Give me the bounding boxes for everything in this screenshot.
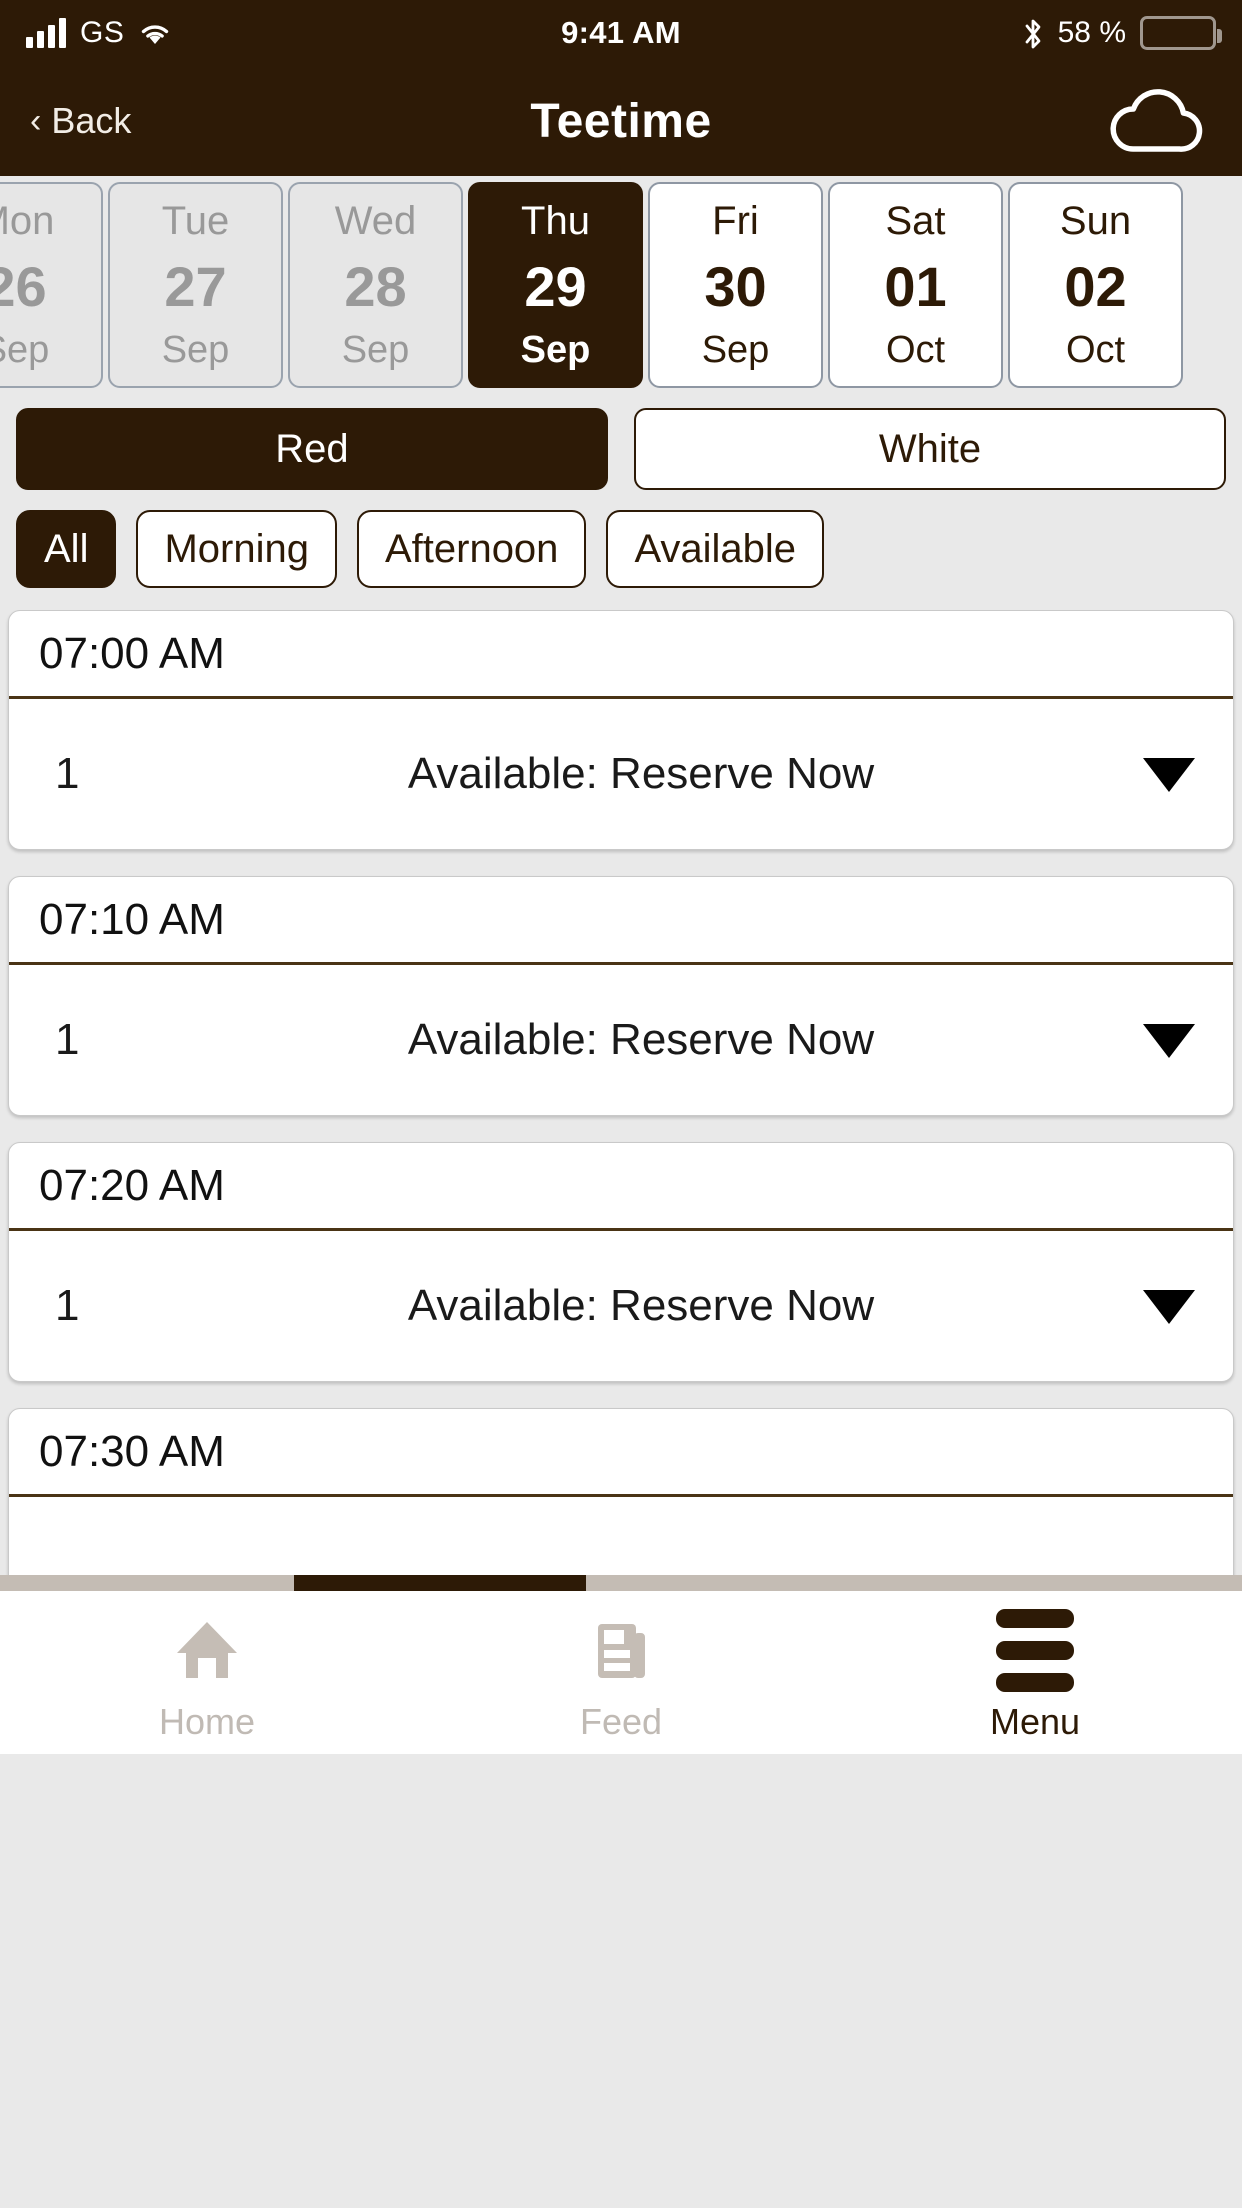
date-card-sun[interactable]: Sun 02 Oct <box>1008 182 1183 388</box>
tab-label: Home <box>158 1701 256 1742</box>
tab-label: Feed <box>579 1701 663 1742</box>
date-card-month: Sep <box>0 328 50 371</box>
teetime-status-label: Available: Reserve Now <box>407 1015 875 1064</box>
teetime-slot-number: 1 <box>55 749 80 798</box>
date-card-day: 29 <box>524 254 587 318</box>
teetime-time-label: 07:30 AM <box>9 1409 1233 1497</box>
tab-menu[interactable]: Menu <box>828 1608 1242 1743</box>
bottom-tab-bar[interactable]: Home Feed Menu <box>0 1591 1242 1754</box>
chevron-down-icon[interactable] <box>1137 754 1197 794</box>
battery-percent-label: 58 % <box>1057 16 1126 49</box>
date-card-wed[interactable]: Wed 28 Sep <box>288 182 463 388</box>
tab-label: Menu <box>989 1701 1081 1742</box>
back-button[interactable]: ‹ Back <box>30 100 131 142</box>
chevron-down-icon[interactable] <box>1137 1020 1197 1060</box>
date-card-month: Sep <box>701 328 770 371</box>
cloud-icon[interactable] <box>1100 79 1212 164</box>
date-card-month: Oct <box>1065 328 1126 371</box>
teetime-list[interactable]: 07:00 AM 1 Available: Reserve Now 07:10 AM 1… <box>0 610 1242 1575</box>
time-filter-bar[interactable]: All Morning Afternoon Available <box>0 504 1242 610</box>
date-card-dow: Wed <box>334 198 417 243</box>
teetime-time-label: 07:20 AM <box>9 1143 1233 1231</box>
page-title: Teetime <box>530 94 712 148</box>
date-card-thu[interactable]: Thu 29 Sep <box>468 182 643 388</box>
course-selector[interactable]: Red White <box>0 396 1242 504</box>
teetime-slot-number: 1 <box>55 1281 80 1330</box>
tab-home[interactable]: Home <box>0 1613 414 1743</box>
date-card-sat[interactable]: Sat 01 Oct <box>828 182 1003 388</box>
horizontal-scrollbar[interactable] <box>0 1575 1242 1591</box>
date-card-day: 27 <box>164 254 227 318</box>
teetime-row[interactable]: 1 Available: Reserve Now <box>9 699 1233 849</box>
chevron-left-icon: ‹ <box>30 102 42 140</box>
battery-icon <box>1140 16 1222 50</box>
teetime-status-label: Available: Reserve Now <box>407 749 875 798</box>
teetime-status-label: Available: Reserve Now <box>407 1281 875 1330</box>
date-card-dow: Thu <box>521 198 590 243</box>
teetime-card[interactable]: 07:20 AM 1 Available: Reserve Now <box>8 1142 1234 1382</box>
date-card-dow: Sat <box>885 198 946 243</box>
date-card-month: Sep <box>341 328 410 371</box>
filter-button-available[interactable]: Available <box>606 510 825 588</box>
teetime-slot-number: 1 <box>55 1015 80 1064</box>
date-card-mon[interactable]: Mon 26 Sep <box>0 182 103 388</box>
teetime-time-label: 07:00 AM <box>9 611 1233 699</box>
date-card-month: Sep <box>520 328 591 371</box>
filter-button-morning[interactable]: Morning <box>136 510 337 588</box>
date-card-fri[interactable]: Fri 30 Sep <box>648 182 823 388</box>
tab-feed[interactable]: Feed <box>414 1613 828 1743</box>
date-card-day: 01 <box>884 254 947 318</box>
teetime-card[interactable]: 07:30 AM <box>8 1408 1234 1575</box>
status-bar: GS 9:41 AM 58 % <box>0 0 1242 66</box>
teetime-card[interactable]: 07:00 AM 1 Available: Reserve Now <box>8 610 1234 850</box>
course-button-white[interactable]: White <box>634 408 1226 490</box>
app-screen: GS 9:41 AM 58 % ‹ Back Teetime on 6 ep T… <box>0 0 1242 2208</box>
date-card-day: 28 <box>344 254 407 318</box>
teetime-row[interactable]: 1 Available: Reserve Now <box>9 1231 1233 1381</box>
date-card-tue[interactable]: Tue 27 Sep <box>108 182 283 388</box>
feed-icon <box>584 1613 658 1687</box>
hamburger-icon <box>996 1608 1074 1692</box>
course-button-red[interactable]: Red <box>16 408 608 490</box>
teetime-time-label: 07:10 AM <box>9 877 1233 965</box>
status-bar-right: 58 % <box>1022 16 1222 50</box>
date-card-month: Oct <box>885 328 946 371</box>
filter-button-all[interactable]: All <box>16 510 117 588</box>
date-card-dow: Tue <box>161 198 230 243</box>
date-card-dow: Sun <box>1059 198 1132 243</box>
teetime-row[interactable]: 1 Available: Reserve Now <box>9 965 1233 1115</box>
date-card-day: 26 <box>0 254 47 318</box>
filter-button-afternoon[interactable]: Afternoon <box>356 510 587 588</box>
scrollbar-thumb[interactable] <box>294 1575 587 1591</box>
teetime-row[interactable] <box>9 1497 1233 1575</box>
date-card-month: Sep <box>161 328 230 371</box>
date-card-day: 02 <box>1064 254 1127 318</box>
date-selector[interactable]: Mon 26 Sep Tue 27 Sep Wed 28 Sep Thu 29 Sep Fri 30 Sep… <box>0 176 1242 396</box>
nav-bar: ‹ Back Teetime <box>0 66 1242 176</box>
bluetooth-icon <box>1022 17 1044 49</box>
date-card-dow: Fri <box>712 198 759 243</box>
chevron-down-icon[interactable] <box>1137 1286 1197 1326</box>
teetime-card[interactable]: 07:10 AM 1 Available: Reserve Now <box>8 876 1234 1116</box>
home-icon <box>170 1613 244 1687</box>
back-button-label: Back <box>51 100 132 141</box>
date-card-dow: Mon <box>0 198 55 243</box>
date-card-day: 30 <box>704 254 767 318</box>
